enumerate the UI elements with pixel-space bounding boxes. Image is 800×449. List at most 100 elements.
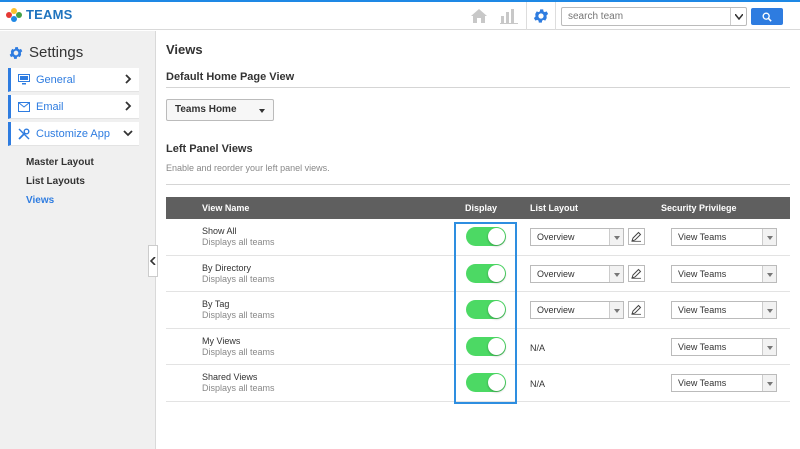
table-row: Show All Displays all teams Overview Vie… — [166, 219, 790, 256]
view-description: Displays all teams — [202, 310, 275, 321]
sidebar-title-label: Settings — [29, 44, 84, 61]
security-privilege-value: View Teams — [678, 305, 727, 316]
caret-down-icon — [609, 229, 623, 245]
gear-icon — [9, 46, 23, 59]
pencil-icon — [631, 268, 642, 279]
security-privilege-select[interactable]: View Teams — [671, 337, 777, 356]
chevron-left-icon — [150, 257, 156, 265]
sidebar-item-email[interactable]: Email — [8, 95, 139, 119]
table-row: By Directory Displays all teams Overview… — [166, 256, 790, 293]
search-input[interactable] — [562, 8, 730, 25]
table-row: By Tag Displays all teams Overview View … — [166, 292, 790, 329]
monitor-icon — [17, 74, 30, 86]
sidebar-item-general[interactable]: General — [8, 68, 139, 92]
security-privilege-value: View Teams — [678, 232, 727, 242]
security-privilege-select[interactable]: View Teams — [671, 301, 777, 320]
default-home-view-select[interactable]: Teams Home — [166, 99, 274, 121]
list-layout-select[interactable]: Overview — [530, 301, 624, 320]
sidebar-item-label: General — [36, 73, 76, 86]
table-row: My Views Displays all teams N/A View Tea… — [166, 329, 790, 366]
security-privilege-value: View Teams — [678, 378, 727, 389]
toggle-knob — [488, 264, 505, 282]
search-icon — [762, 12, 772, 22]
views-table: View Name Display List Layout Security P… — [166, 197, 790, 402]
sidebar-subitem-master-layout[interactable]: Master Layout — [26, 157, 94, 168]
column-header-display: Display — [465, 203, 498, 213]
settings-button[interactable] — [526, 2, 556, 30]
default-home-view-value: Teams Home — [175, 104, 237, 115]
list-layout-select[interactable]: Overview — [530, 228, 624, 246]
sidebar-subitem-list-layouts[interactable]: List Layouts — [26, 176, 85, 187]
security-privilege-value: View Teams — [678, 341, 727, 352]
app-title: TEAMS — [26, 7, 73, 22]
column-header-list-layout: List Layout — [530, 203, 579, 213]
display-toggle[interactable] — [466, 263, 506, 283]
column-header-security-privilege: Security Privilege — [661, 203, 737, 213]
chevron-right-icon — [125, 101, 132, 111]
caret-down-icon — [259, 109, 265, 113]
display-toggle[interactable] — [466, 300, 506, 320]
page-title: Views — [166, 42, 203, 57]
sidebar-item-label: Customize App — [36, 127, 110, 140]
search-box — [561, 7, 747, 26]
sidebar-item-label: Email — [36, 100, 64, 113]
view-name: By Tag — [202, 299, 230, 310]
view-name: Show All — [202, 226, 237, 236]
left-panel-section-title: Left Panel Views — [166, 143, 253, 155]
chevron-down-icon — [734, 13, 743, 20]
top-bar: TEAMS — [0, 0, 800, 30]
sidebar-title: Settings — [8, 44, 83, 61]
list-layout-select[interactable]: Overview — [530, 264, 624, 283]
display-toggle[interactable] — [466, 373, 506, 393]
table-row: Shared Views Displays all teams N/A View… — [166, 365, 790, 402]
home-icon[interactable] — [470, 7, 488, 25]
edit-layout-button[interactable] — [628, 301, 645, 319]
envelope-icon — [17, 101, 30, 113]
caret-down-icon — [762, 375, 776, 392]
app-logo[interactable]: TEAMS — [6, 7, 73, 22]
edit-layout-button[interactable] — [628, 264, 645, 282]
sidebar-subitem-views[interactable]: Views — [26, 195, 54, 206]
divider — [166, 87, 790, 88]
view-name: My Views — [202, 335, 241, 346]
sidebar: Settings General Email Customize App Mas… — [0, 31, 156, 449]
divider — [166, 184, 790, 185]
view-description: Displays all teams — [202, 273, 275, 284]
bar-chart-icon[interactable] — [500, 8, 518, 24]
security-privilege-select[interactable]: View Teams — [671, 374, 777, 393]
view-name: Shared Views — [202, 372, 258, 383]
default-home-section-title: Default Home Page View — [166, 71, 295, 83]
toggle-knob — [488, 337, 505, 355]
view-description: Displays all teams — [202, 383, 275, 394]
chevron-right-icon — [125, 74, 132, 84]
edit-layout-button[interactable] — [628, 228, 645, 245]
tools-icon — [17, 128, 30, 140]
teams-logo-icon — [6, 7, 22, 22]
toggle-knob — [488, 228, 505, 245]
left-panel-description: Enable and reorder your left panel views… — [166, 163, 330, 173]
view-name: By Directory — [202, 262, 252, 273]
security-privilege-value: View Teams — [678, 268, 727, 279]
chevron-down-icon — [123, 130, 133, 137]
view-description: Displays all teams — [202, 237, 275, 247]
list-layout-value: Overview — [537, 232, 575, 242]
display-toggle[interactable] — [466, 227, 506, 246]
security-privilege-select[interactable]: View Teams — [671, 228, 777, 246]
sidebar-item-customize-app[interactable]: Customize App — [8, 122, 139, 146]
caret-down-icon — [762, 302, 776, 319]
column-header-view-name: View Name — [202, 203, 250, 213]
view-description: Displays all teams — [202, 346, 275, 357]
search-dropdown-toggle[interactable] — [730, 8, 746, 25]
main-content: Views Default Home Page View Teams Home … — [157, 31, 800, 449]
search-button[interactable] — [751, 8, 783, 25]
caret-down-icon — [762, 338, 776, 355]
pencil-icon — [631, 304, 642, 315]
list-layout-value: Overview — [537, 268, 575, 279]
caret-down-icon — [762, 229, 776, 245]
display-toggle[interactable] — [466, 336, 506, 356]
caret-down-icon — [609, 265, 623, 282]
list-layout-na: N/A — [530, 379, 546, 390]
security-privilege-select[interactable]: View Teams — [671, 264, 777, 283]
caret-down-icon — [762, 265, 776, 282]
list-layout-na: N/A — [530, 342, 546, 353]
